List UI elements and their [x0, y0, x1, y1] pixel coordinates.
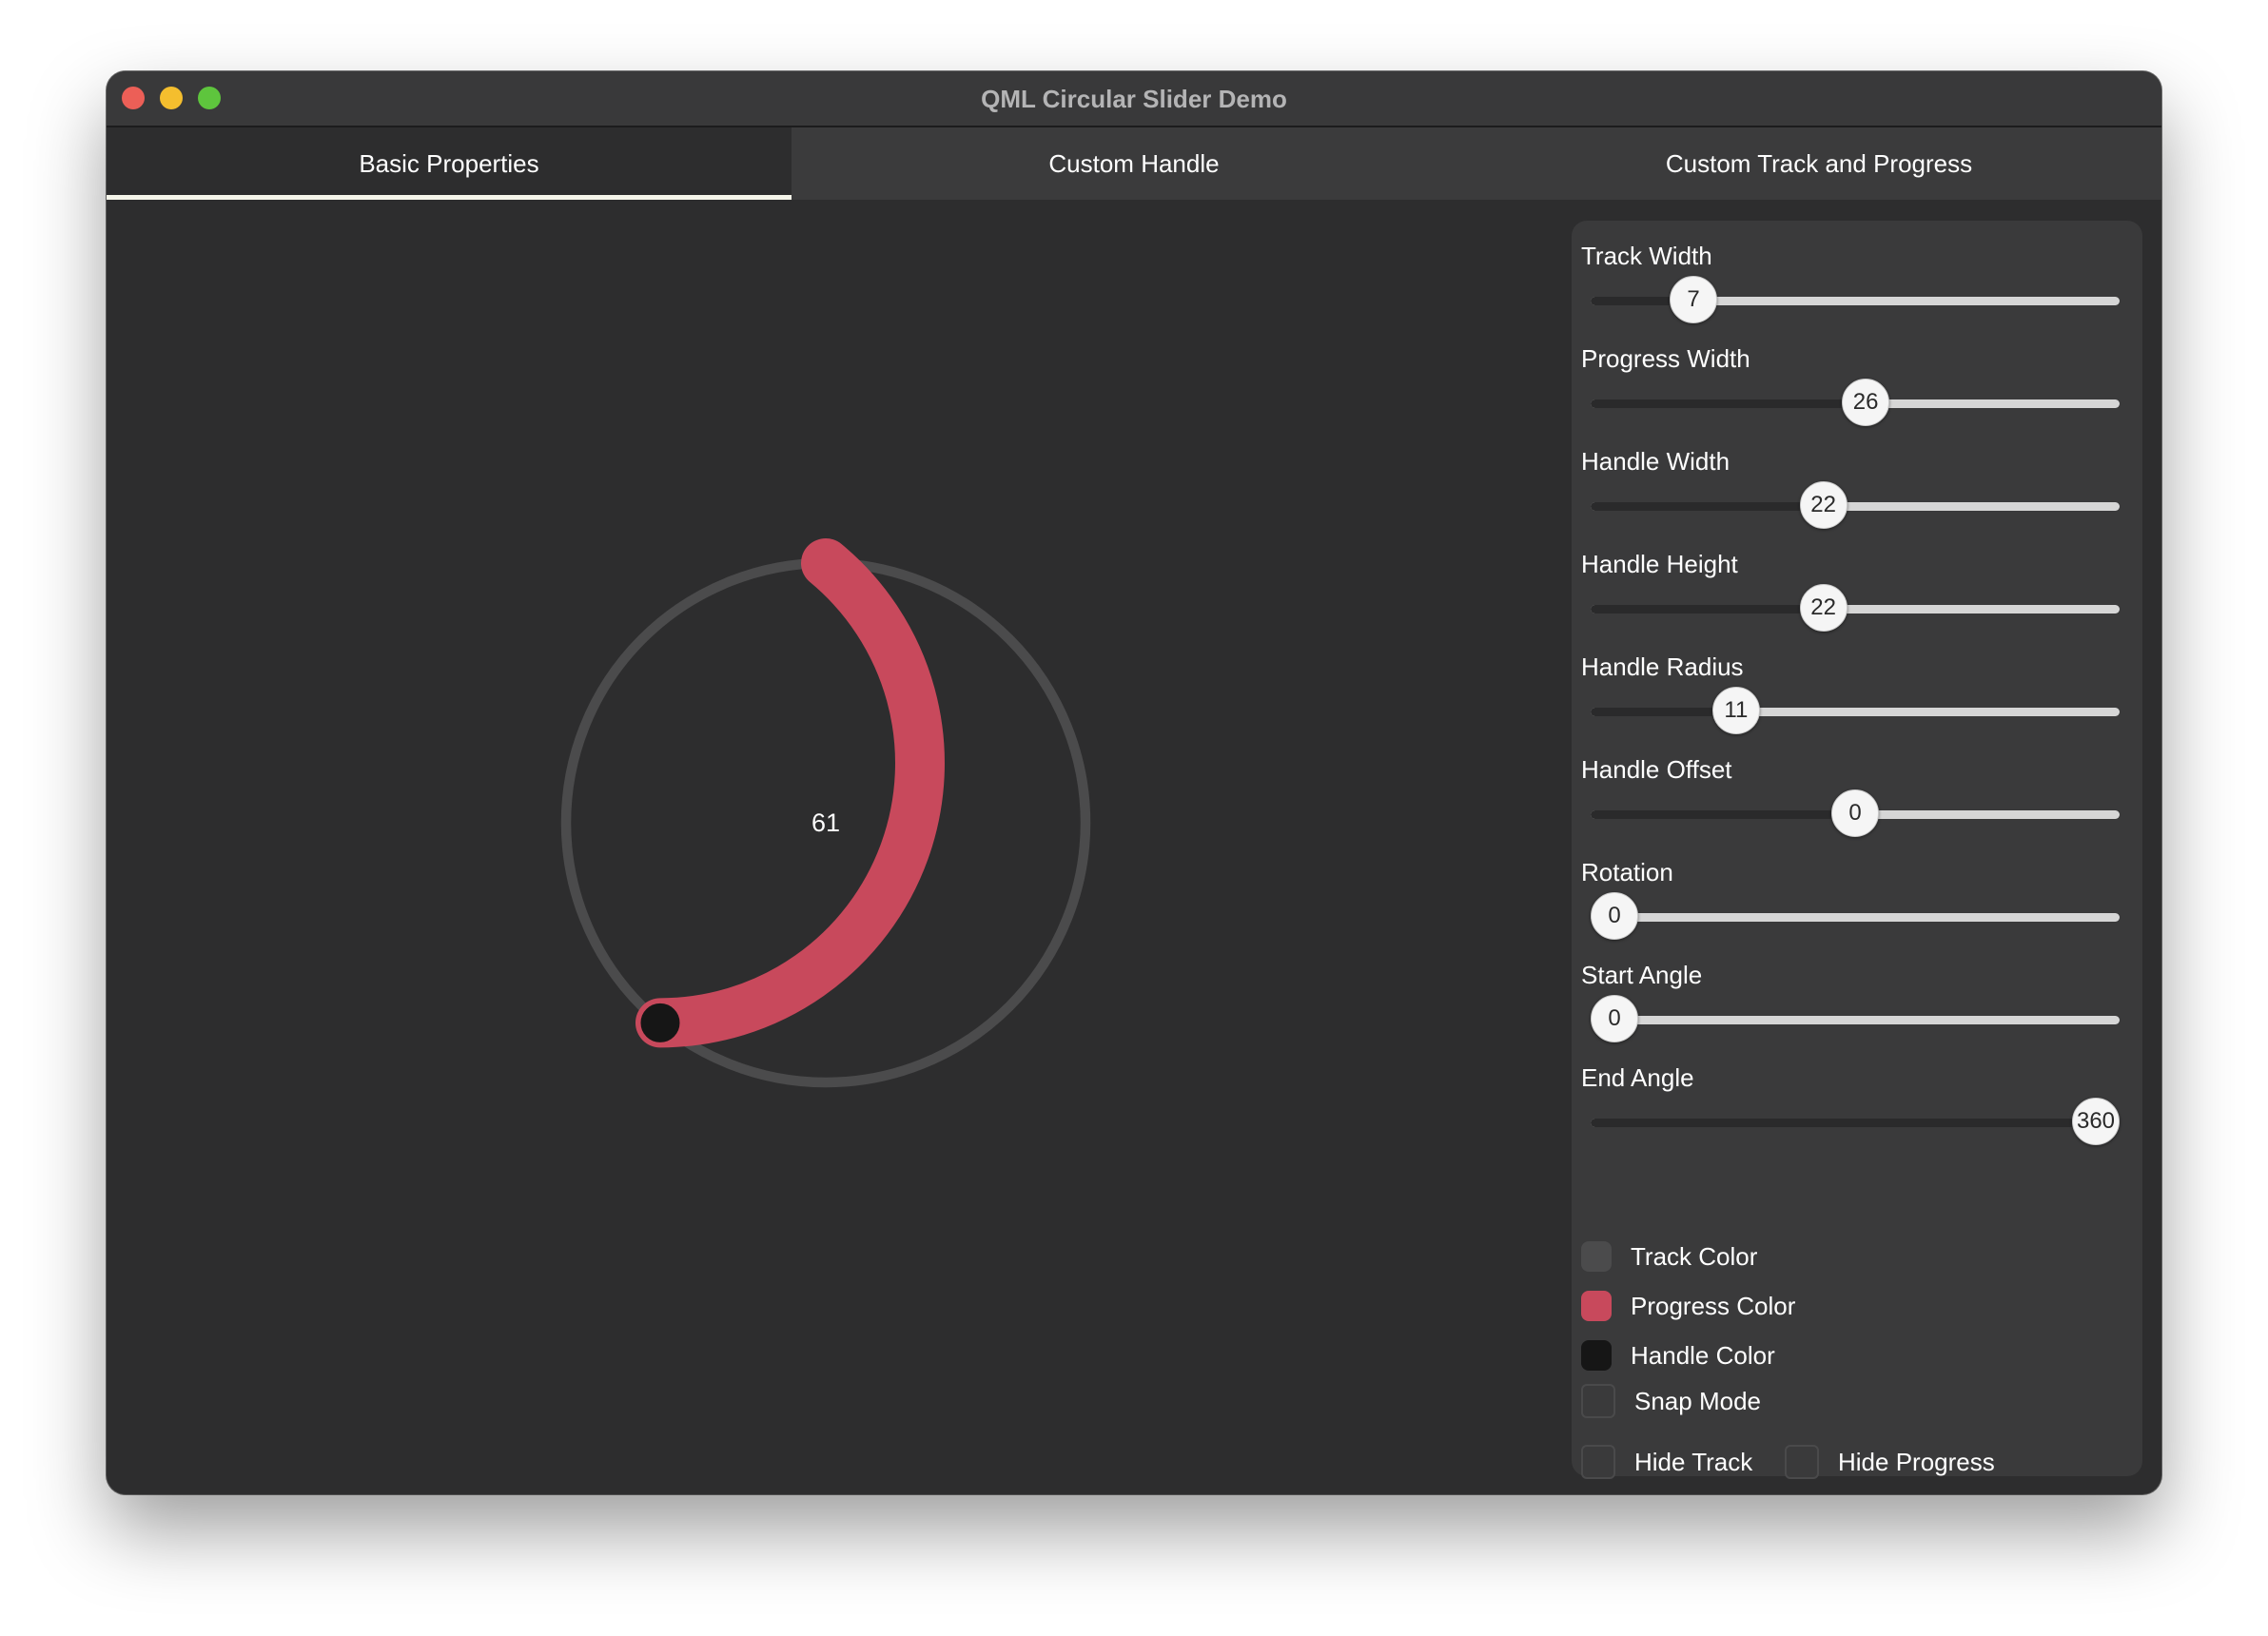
snap-mode-checkbox[interactable] [1581, 1384, 1615, 1418]
end-angle-slider[interactable]: 360 [1591, 1098, 2120, 1145]
handle-radius-label: Handle Radius [1581, 652, 1744, 681]
track-width-slider[interactable]: 7 [1591, 276, 2120, 323]
handle-height-slider-handle[interactable]: 22 [1799, 584, 1848, 632]
handle-radius-slider-handle[interactable]: 11 [1711, 687, 1760, 734]
hide-progress-option[interactable]: Hide Progress [1785, 1445, 1995, 1479]
handle-offset-slider-fill [1591, 810, 1855, 819]
hide-progress-checkbox[interactable] [1785, 1445, 1819, 1479]
track-color-label: Track Color [1631, 1241, 1758, 1271]
circular-slider-value: 61 [811, 808, 841, 837]
handle-width-slider[interactable]: 22 [1591, 481, 2120, 529]
track-color-swatch[interactable] [1581, 1241, 1612, 1272]
circular-slider[interactable]: 61 [540, 537, 1111, 1108]
rotation-label: Rotation [1581, 858, 1673, 886]
rotation-slider[interactable]: 0 [1591, 892, 2120, 940]
handle-offset-label: Handle Offset [1581, 755, 1732, 784]
end-angle-slider-handle[interactable]: 360 [2072, 1098, 2120, 1145]
tab-bar: Basic Properties Custom Handle Custom Tr… [107, 127, 2161, 200]
window-title: QML Circular Slider Demo [981, 85, 1287, 113]
properties-panel: Track Color Progress Color Handle Color … [1572, 221, 2142, 1479]
progress-width-label: Progress Width [1581, 344, 1750, 373]
handle-height-slider-fill [1591, 605, 1824, 614]
progress-color-swatch[interactable] [1581, 1291, 1612, 1321]
handle-color-swatch[interactable] [1581, 1340, 1612, 1371]
hide-track-option[interactable]: Hide Track [1581, 1445, 1752, 1479]
start-angle-slider-handle[interactable]: 0 [1591, 995, 1638, 1042]
rotation-slider-handle[interactable]: 0 [1591, 892, 1638, 940]
track-width-label: Track Width [1581, 242, 1712, 270]
handle-color-option[interactable]: Handle Color [1581, 1338, 1775, 1373]
track-width-slider-handle[interactable]: 7 [1670, 276, 1718, 323]
handle-width-slider-handle[interactable]: 22 [1799, 481, 1848, 529]
circular-slider-handle[interactable] [637, 1000, 683, 1045]
hide-progress-label: Hide Progress [1838, 1447, 1995, 1476]
snap-mode-option[interactable]: Snap Mode [1581, 1384, 1761, 1418]
hide-track-checkbox[interactable] [1581, 1445, 1615, 1479]
end-angle-slider-fill [1591, 1119, 2120, 1127]
handle-height-label: Handle Height [1581, 550, 1738, 578]
track-color-option[interactable]: Track Color [1581, 1239, 1757, 1274]
tab-custom-handle[interactable]: Custom Handle [792, 127, 1476, 200]
tab-custom-track-and-progress[interactable]: Custom Track and Progress [1476, 127, 2161, 200]
handle-offset-slider-handle[interactable]: 0 [1831, 789, 1879, 837]
start-angle-label: Start Angle [1581, 961, 1703, 989]
handle-offset-slider[interactable]: 0 [1591, 789, 2120, 837]
hide-track-label: Hide Track [1634, 1447, 1753, 1476]
handle-radius-slider[interactable]: 11 [1591, 687, 2120, 734]
progress-width-slider[interactable]: 26 [1591, 379, 2120, 426]
snap-mode-label: Snap Mode [1634, 1386, 1761, 1415]
start-angle-slider[interactable]: 0 [1591, 995, 2120, 1042]
title-bar: QML Circular Slider Demo [107, 71, 2161, 127]
progress-width-slider-handle[interactable]: 26 [1842, 379, 1890, 426]
end-angle-label: End Angle [1581, 1063, 1694, 1092]
circular-slider-progress [635, 538, 945, 1048]
handle-height-slider[interactable]: 22 [1591, 584, 2120, 632]
progress-width-slider-fill [1591, 399, 1867, 408]
app-window: QML Circular Slider Demo Basic Propertie… [107, 71, 2161, 1494]
handle-width-slider-fill [1591, 502, 1824, 511]
progress-color-label: Progress Color [1631, 1291, 1796, 1320]
handle-width-label: Handle Width [1581, 447, 1730, 476]
tab-basic-properties[interactable]: Basic Properties [107, 127, 792, 200]
handle-color-label: Handle Color [1631, 1340, 1775, 1370]
progress-color-option[interactable]: Progress Color [1581, 1289, 1795, 1323]
